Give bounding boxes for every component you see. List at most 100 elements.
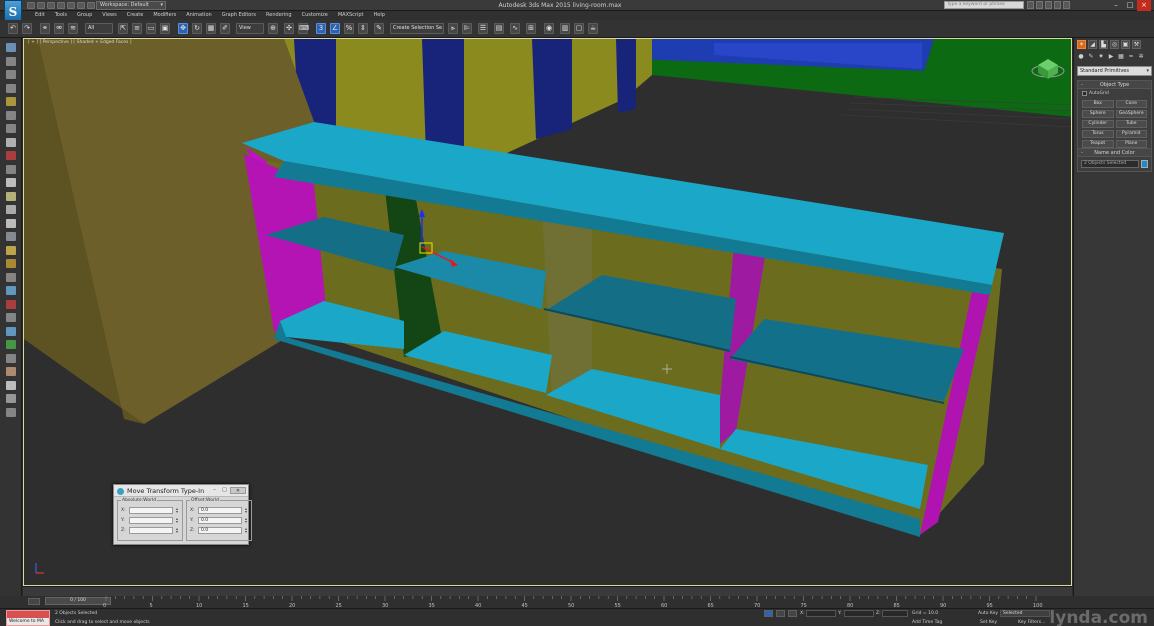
create-cone-button[interactable]: Cone — [1115, 100, 1147, 108]
undo-icon[interactable]: ↶ — [8, 23, 18, 34]
mirror-icon[interactable]: ⫸ — [448, 23, 458, 34]
building-icon[interactable] — [6, 394, 16, 403]
spinner-snap-icon[interactable]: ⇕ — [358, 23, 368, 34]
absolute-y-field[interactable] — [129, 517, 173, 524]
viewport-label[interactable]: [ + ] [ Perspective ] [ Shaded + Edged F… — [28, 40, 132, 45]
paint-icon[interactable] — [6, 97, 16, 106]
menu-item-customize[interactable]: Customize — [297, 11, 333, 20]
select-rotate-icon[interactable]: ↻ — [192, 23, 202, 34]
paint-brush-icon[interactable] — [6, 299, 16, 309]
menu-item-graph-editors[interactable]: Graph Editors — [217, 11, 261, 20]
mini-curve-editor-icon[interactable] — [28, 598, 40, 605]
name-color-header[interactable]: - Name and Color — [1078, 149, 1151, 157]
manipulate-icon[interactable]: ✣ — [284, 23, 294, 34]
menu-item-maxscript[interactable]: MAXScript — [333, 11, 369, 20]
create-geosphere-button[interactable]: GeoSphere — [1115, 110, 1147, 118]
wrench-icon[interactable] — [6, 272, 16, 282]
absolute-x-field[interactable] — [129, 507, 173, 514]
box-icon[interactable] — [6, 178, 16, 187]
create-tube-button[interactable]: Tube — [1115, 120, 1147, 128]
graphite-ribbon-icon[interactable]: ▤ — [494, 23, 504, 34]
exchange-icon[interactable] — [1054, 1, 1061, 9]
geometry-icon[interactable]: ● — [1077, 53, 1085, 61]
create-tab-icon[interactable]: ✶ — [1077, 40, 1086, 49]
spinner-icon[interactable]: ▴ ▾ — [175, 507, 179, 514]
select-icon[interactable] — [6, 43, 16, 52]
minimize-button[interactable]: – — [1109, 0, 1123, 11]
brush-icon[interactable] — [6, 124, 16, 133]
create-pyramid-button[interactable]: Pyramid — [1115, 130, 1147, 138]
more-icon[interactable] — [87, 2, 95, 9]
star-icon[interactable] — [6, 245, 16, 255]
edit-named-selection-icon[interactable]: ✎ — [374, 23, 384, 34]
object-name-field[interactable]: 2 Objects Selected — [1081, 160, 1140, 168]
offset-x-field[interactable]: 0.0 — [198, 507, 242, 514]
open-icon[interactable] — [37, 2, 45, 9]
pivot-center-icon[interactable]: ⊕ — [268, 23, 278, 34]
rect-selection-icon[interactable]: ▭ — [146, 23, 156, 34]
y-coordinate-field[interactable] — [844, 610, 874, 617]
selection-filter-dropdown[interactable]: All — [85, 23, 113, 34]
spinner-icon[interactable]: ▴ ▾ — [244, 527, 248, 534]
project-folder-icon[interactable] — [77, 2, 85, 9]
star-icon[interactable] — [1045, 1, 1052, 9]
bind-space-warp-icon[interactable]: ≋ — [68, 23, 78, 34]
key-mode-dropdown[interactable]: Selected — [1000, 610, 1050, 617]
undo-icon[interactable] — [57, 2, 65, 9]
named-selection-dropdown[interactable]: Create Selection Se — [390, 23, 444, 34]
rendered-frame-icon[interactable]: ▢ — [574, 23, 584, 34]
modify-tab-icon[interactable]: ◢ — [1088, 40, 1097, 49]
offset-z-field[interactable]: 0.0 — [198, 527, 242, 534]
maximize-button[interactable]: □ — [220, 487, 229, 494]
tool-icon[interactable] — [6, 164, 16, 174]
add-time-tag[interactable]: Add Time Tag — [912, 620, 942, 625]
auto-key-button[interactable]: Auto Key — [978, 611, 998, 616]
minimize-button[interactable]: – — [210, 487, 219, 494]
cylinder-icon[interactable] — [6, 191, 16, 201]
sphere-icon[interactable] — [6, 205, 16, 214]
redo-icon[interactable] — [67, 2, 75, 9]
menu-item-animation[interactable]: Animation — [181, 11, 217, 20]
utilities-tab-icon[interactable]: ⚒ — [1132, 40, 1141, 49]
binoculars-icon[interactable] — [1027, 1, 1034, 9]
render-production-icon[interactable]: ☕ — [588, 23, 598, 34]
percent-snap-icon[interactable]: % — [344, 23, 354, 34]
window-crossing-icon[interactable]: ▣ — [160, 23, 170, 34]
unlink-icon[interactable]: ⚮ — [54, 23, 64, 34]
absolute-mode-icon[interactable] — [788, 610, 797, 617]
search-input[interactable]: Type a keyword or phrase — [944, 1, 1024, 9]
create-box-button[interactable]: Box — [1082, 100, 1114, 108]
hierarchy-tab-icon[interactable]: ▙ — [1099, 40, 1108, 49]
funnel-icon[interactable] — [6, 313, 16, 322]
snaps-toggle-icon[interactable]: 3 — [316, 23, 326, 34]
display-tab-icon[interactable]: ▣ — [1121, 40, 1130, 49]
key-filters-button[interactable]: Key Filters... — [1018, 620, 1045, 625]
path-icon[interactable] — [6, 353, 16, 363]
workspace-dropdown[interactable]: Workspace: Default ▾ — [96, 1, 166, 10]
list-icon[interactable] — [6, 83, 16, 93]
menu-item-group[interactable]: Group — [72, 11, 97, 20]
close-button[interactable]: × — [1137, 0, 1151, 11]
globe-icon[interactable] — [6, 326, 16, 336]
create-torus-button[interactable]: Torus — [1082, 130, 1114, 138]
menu-item-views[interactable]: Views — [97, 11, 121, 20]
x-coordinate-field[interactable] — [806, 610, 836, 617]
select-object-icon[interactable]: ⇱ — [118, 23, 128, 34]
space-warps-icon[interactable]: ≈ — [1127, 53, 1135, 61]
systems-icon[interactable]: ✲ — [1137, 53, 1145, 61]
isolate-selection-icon[interactable] — [764, 610, 773, 617]
sphere-white-icon[interactable] — [6, 380, 16, 390]
spinner-icon[interactable]: ▴ ▾ — [244, 517, 248, 524]
create-sphere-button[interactable]: Sphere — [1082, 110, 1114, 118]
dialog-title-bar[interactable]: Move Transform Type-In – □ ✕ — [114, 485, 248, 497]
place-icon[interactable]: ✐ — [220, 23, 230, 34]
track-bar[interactable] — [23, 586, 1072, 596]
menu-item-help[interactable]: Help — [369, 11, 390, 20]
menu-item-tools[interactable]: Tools — [50, 11, 72, 20]
z-coordinate-field[interactable] — [882, 610, 908, 617]
grid-icon[interactable] — [6, 56, 16, 66]
selection-icon[interactable] — [6, 137, 16, 147]
panel-icon[interactable] — [6, 407, 16, 417]
curve-editor-icon[interactable]: ∿ — [510, 23, 520, 34]
lights-icon[interactable]: ✷ — [1097, 53, 1105, 61]
